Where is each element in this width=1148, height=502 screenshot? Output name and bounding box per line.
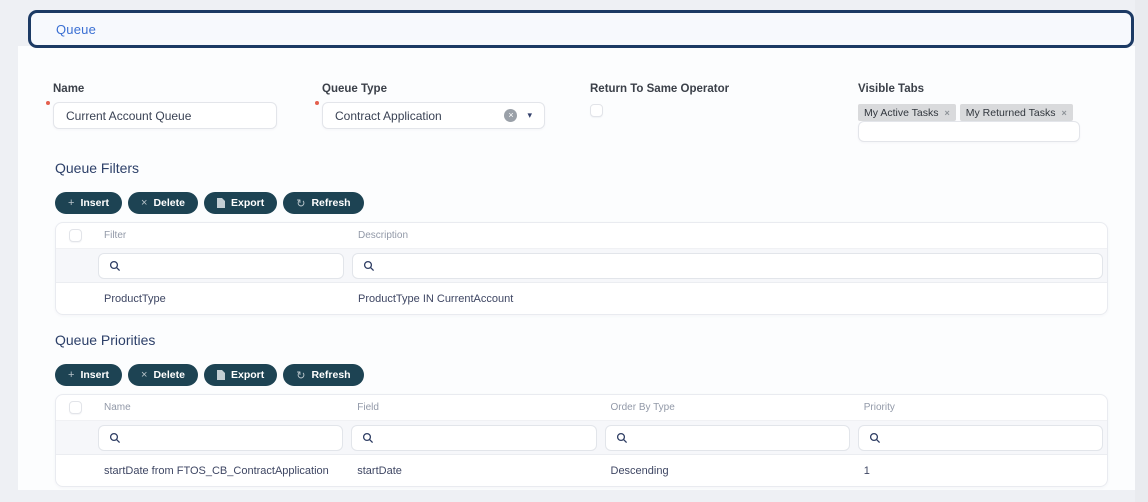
- export-button[interactable]: Export: [204, 192, 277, 214]
- priorities-search-row: [56, 420, 1107, 454]
- refresh-button-label: Refresh: [311, 197, 350, 209]
- column-header-filter[interactable]: Filter: [94, 230, 348, 241]
- queue-filters-table: Filter Description ProductType ProductTy…: [55, 222, 1108, 315]
- vertical-scrollbar[interactable]: [1135, 0, 1148, 502]
- tag-remove-icon[interactable]: ×: [945, 108, 950, 118]
- file-icon: [217, 370, 225, 380]
- table-row[interactable]: ProductType ProductType IN CurrentAccoun…: [56, 282, 1107, 315]
- required-indicator: [46, 101, 50, 105]
- clear-icon[interactable]: ×: [504, 109, 517, 122]
- refresh-button[interactable]: ↻ Refresh: [283, 364, 363, 386]
- required-indicator: [315, 101, 319, 105]
- queue-priorities-heading: Queue Priorities: [55, 332, 155, 348]
- queue-type-field-label: Queue Type: [322, 83, 387, 95]
- queue-header-box: Queue: [28, 10, 1134, 48]
- search-icon: [616, 432, 628, 444]
- tag-label: My Active Tasks: [864, 107, 939, 119]
- file-icon: [217, 198, 225, 208]
- refresh-icon: ↻: [296, 197, 305, 210]
- field-column-search-input[interactable]: [351, 425, 596, 451]
- close-icon: ×: [141, 197, 147, 209]
- queue-priorities-table: Name Field Order By Type Priority: [55, 394, 1108, 487]
- return-to-same-operator-checkbox[interactable]: [590, 104, 603, 117]
- select-all-checkbox[interactable]: [69, 401, 82, 414]
- plus-icon: +: [68, 197, 74, 209]
- search-icon: [362, 432, 374, 444]
- tag-my-returned-tasks: My Returned Tasks ×: [960, 104, 1073, 121]
- insert-button[interactable]: + Insert: [55, 364, 122, 386]
- export-button[interactable]: Export: [204, 364, 277, 386]
- search-icon: [869, 432, 881, 444]
- filters-table-header-row: Filter Description: [56, 223, 1107, 248]
- queue-type-select[interactable]: Contract Application × ▾: [322, 102, 545, 129]
- delete-button-label: Delete: [153, 197, 185, 209]
- order-by-type-column-search-input[interactable]: [605, 425, 850, 451]
- close-icon: ×: [141, 369, 147, 381]
- export-button-label: Export: [231, 197, 264, 209]
- table-row[interactable]: startDate from FTOS_CB_ContractApplicati…: [56, 454, 1107, 487]
- name-field-label: Name: [53, 83, 84, 95]
- visible-tabs-input[interactable]: [858, 121, 1080, 142]
- visible-tabs-label: Visible Tabs: [858, 83, 924, 95]
- delete-button-label: Delete: [153, 369, 185, 381]
- column-header-order-by-type[interactable]: Order By Type: [601, 402, 854, 413]
- search-icon: [109, 260, 121, 272]
- priority-order-by-type-cell: Descending: [601, 465, 854, 477]
- filters-toolbar: + Insert × Delete Export ↻ Refresh: [55, 192, 364, 214]
- search-icon: [363, 260, 375, 272]
- page-title: Queue: [56, 22, 96, 37]
- filter-column-search-input[interactable]: [98, 253, 344, 279]
- column-header-priority[interactable]: Priority: [854, 402, 1107, 413]
- visible-tabs-tag-list: My Active Tasks × My Returned Tasks ×: [858, 104, 1073, 121]
- name-column-search-input[interactable]: [98, 425, 343, 451]
- column-header-description[interactable]: Description: [348, 230, 1107, 241]
- name-input-value: Current Account Queue: [66, 109, 191, 123]
- refresh-button[interactable]: ↻ Refresh: [283, 192, 363, 214]
- tag-label: My Returned Tasks: [966, 107, 1056, 119]
- chevron-down-icon[interactable]: ▾: [527, 110, 532, 121]
- tag-remove-icon[interactable]: ×: [1061, 108, 1066, 118]
- insert-button-label: Insert: [80, 197, 109, 209]
- column-header-field[interactable]: Field: [347, 402, 600, 413]
- queue-filters-heading: Queue Filters: [55, 160, 139, 176]
- export-button-label: Export: [231, 369, 264, 381]
- delete-button[interactable]: × Delete: [128, 192, 198, 214]
- priorities-table-header-row: Name Field Order By Type Priority: [56, 395, 1107, 420]
- column-header-name[interactable]: Name: [94, 402, 347, 413]
- priority-value-cell: 1: [854, 465, 1107, 477]
- name-input[interactable]: Current Account Queue: [53, 102, 277, 129]
- plus-icon: +: [68, 369, 74, 381]
- return-to-same-operator-label: Return To Same Operator: [590, 83, 729, 95]
- search-icon: [109, 432, 121, 444]
- select-all-checkbox[interactable]: [69, 229, 82, 242]
- tag-my-active-tasks: My Active Tasks ×: [858, 104, 956, 121]
- priority-name-cell: startDate from FTOS_CB_ContractApplicati…: [94, 465, 347, 477]
- insert-button-label: Insert: [80, 369, 109, 381]
- filter-cell: ProductType: [94, 293, 348, 305]
- refresh-icon: ↻: [296, 369, 305, 382]
- insert-button[interactable]: + Insert: [55, 192, 122, 214]
- priority-field-cell: startDate: [347, 465, 600, 477]
- description-column-search-input[interactable]: [352, 253, 1103, 279]
- priority-column-search-input[interactable]: [858, 425, 1103, 451]
- delete-button[interactable]: × Delete: [128, 364, 198, 386]
- description-cell: ProductType IN CurrentAccount: [348, 293, 1107, 305]
- refresh-button-label: Refresh: [311, 369, 350, 381]
- priorities-toolbar: + Insert × Delete Export ↻ Refresh: [55, 364, 364, 386]
- queue-type-selected-value: Contract Application: [335, 109, 504, 123]
- filters-search-row: [56, 248, 1107, 282]
